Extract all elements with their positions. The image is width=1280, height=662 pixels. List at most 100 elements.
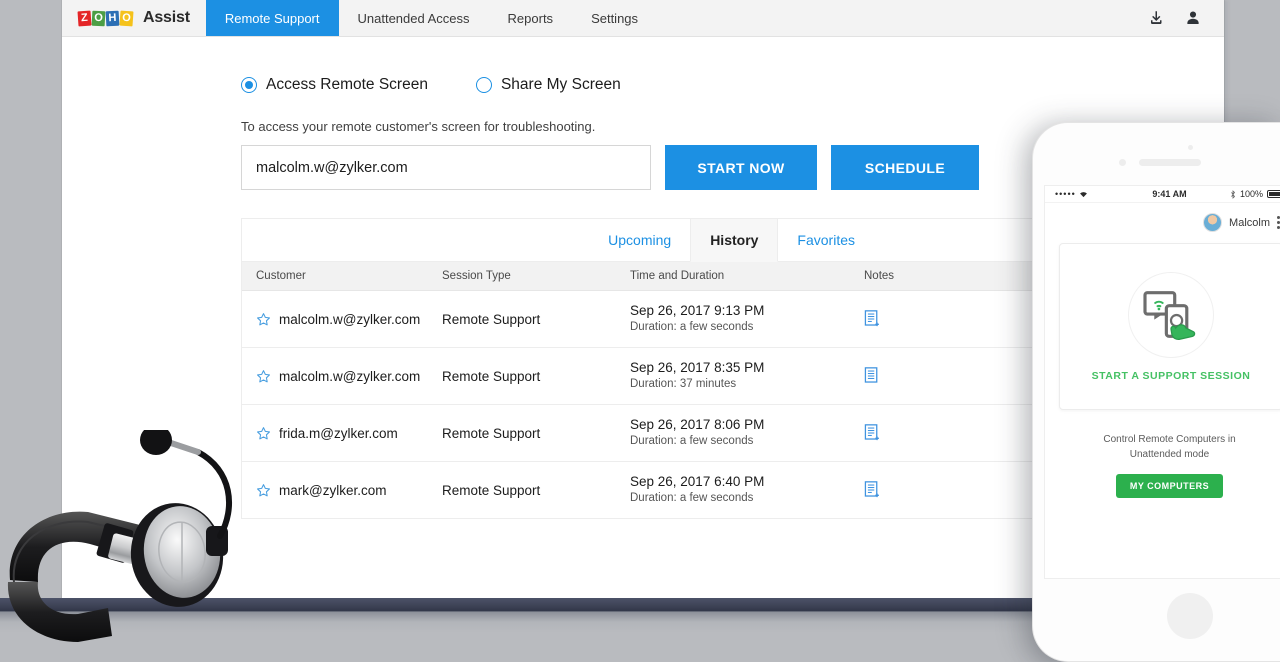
- radio-label-share-my-screen: Share My Screen: [500, 76, 621, 93]
- table-row[interactable]: mark@zylker.com Remote Support Sep 26, 2…: [242, 462, 1096, 519]
- cell-notes: [864, 366, 1014, 386]
- logo-letter-o1: O: [91, 10, 106, 26]
- cell-customer: malcolm.w@zylker.com: [242, 312, 442, 327]
- nav-item-unattended-access[interactable]: Unattended Access: [339, 0, 489, 36]
- cell-time-and-duration: Sep 26, 2017 6:40 PM Duration: a few sec…: [630, 473, 864, 507]
- cell-time-and-duration: Sep 26, 2017 9:13 PM Duration: a few sec…: [630, 302, 864, 336]
- cell-time-and-duration: Sep 26, 2017 8:35 PM Duration: 37 minute…: [630, 359, 864, 393]
- note-add-icon[interactable]: [864, 423, 881, 443]
- phone-sensor: [1188, 145, 1193, 150]
- cell-time-and-duration: Sep 26, 2017 8:06 PM Duration: a few sec…: [630, 416, 864, 450]
- table-row[interactable]: malcolm.w@zylker.com Remote Support Sep …: [242, 348, 1096, 405]
- cell-duration: Duration: a few seconds: [630, 435, 754, 448]
- phone-screen: ••••• 9:41 AM 100% Malcolm START A SUPPO…: [1044, 185, 1280, 579]
- my-computers-button[interactable]: MY COMPUTERS: [1115, 474, 1224, 498]
- note-add-icon[interactable]: [864, 480, 881, 500]
- remote-screen-illustration-wrapper: [1128, 271, 1214, 358]
- app-navbar: Z O H O Assist Remote Support Unattended…: [62, 0, 1224, 37]
- phone-status-bar: ••••• 9:41 AM 100%: [1045, 186, 1280, 203]
- logo-letter-h: H: [105, 10, 120, 26]
- cell-customer-email: malcolm.w@zylker.com: [279, 368, 421, 384]
- session-mode-radio-group: Access Remote Screen Share My Screen: [241, 76, 621, 94]
- primary-nav: Remote Support Unattended Access Reports…: [205, 0, 657, 36]
- cell-time: Sep 26, 2017 6:40 PM: [630, 474, 765, 490]
- cell-customer: mark@zylker.com: [242, 483, 442, 498]
- radio-dot-icon: [475, 77, 492, 93]
- cell-session-type: Remote Support: [442, 482, 541, 498]
- column-header-time-and-duration: Time and Duration: [630, 270, 725, 282]
- favorite-star-icon[interactable]: [256, 312, 271, 327]
- avatar: [1203, 213, 1223, 232]
- tab-favorites[interactable]: Favorites: [778, 219, 874, 261]
- radio-share-my-screen[interactable]: Share My Screen: [475, 76, 621, 94]
- unattended-description-line2: Unattended mode: [1129, 449, 1210, 460]
- cell-notes: [864, 423, 1014, 443]
- wifi-icon: [1079, 192, 1087, 198]
- scene-backdrop: Z O H O Assist Remote Support Unattended…: [0, 0, 1280, 662]
- battery-percent: 100%: [1239, 189, 1263, 199]
- customer-email-input[interactable]: [241, 145, 651, 190]
- cell-session-type: Remote Support: [442, 311, 541, 327]
- brand-logo[interactable]: Z O H O Assist: [62, 0, 206, 36]
- tab-upcoming[interactable]: Upcoming: [589, 219, 690, 261]
- cell-duration: Duration: a few seconds: [630, 321, 754, 334]
- remote-screen-touch-icon: [1143, 290, 1196, 340]
- nav-item-remote-support[interactable]: Remote Support: [205, 0, 339, 36]
- cell-customer-email: mark@zylker.com: [279, 482, 387, 498]
- phone-signal-indicator: •••••: [1055, 189, 1088, 199]
- cell-customer-email: malcolm.w@zylker.com: [279, 311, 421, 327]
- session-mode-description: To access your remote customer's screen …: [241, 119, 596, 134]
- favorite-star-icon[interactable]: [256, 426, 271, 441]
- radio-label-access-remote-screen: Access Remote Screen: [266, 76, 428, 93]
- logo-letter-o2: O: [119, 10, 134, 26]
- brand-name: Assist: [143, 9, 190, 26]
- cell-duration: Duration: a few seconds: [630, 492, 754, 505]
- column-header-customer: Customer: [256, 270, 306, 282]
- phone-home-button[interactable]: [1167, 593, 1213, 639]
- sessions-tabbar: Upcoming History Favorites: [242, 219, 1096, 262]
- radio-dot-selected-icon: [241, 77, 257, 93]
- cell-notes: [864, 309, 1014, 329]
- schedule-button[interactable]: SCHEDULE: [831, 145, 979, 190]
- cell-notes: [864, 480, 1014, 500]
- table-row[interactable]: malcolm.w@zylker.com Remote Support Sep …: [242, 291, 1096, 348]
- column-header-session-type: Session Type: [442, 270, 511, 282]
- phone-account-row[interactable]: Malcolm: [1045, 203, 1280, 232]
- phone-front-camera: [1119, 159, 1126, 166]
- phone-user-name: Malcolm: [1229, 216, 1270, 229]
- start-support-session-card[interactable]: START A SUPPORT SESSION: [1059, 243, 1280, 410]
- start-now-button[interactable]: START NOW: [665, 145, 817, 190]
- favorite-star-icon[interactable]: [256, 369, 271, 384]
- nav-item-reports[interactable]: Reports: [489, 0, 573, 36]
- sessions-panel: Upcoming History Favorites Customer Sess…: [241, 218, 1097, 519]
- bluetooth-icon: [1231, 189, 1236, 199]
- cell-customer-email: frida.m@zylker.com: [279, 425, 398, 441]
- cell-duration: Duration: 37 minutes: [630, 378, 737, 391]
- cell-customer: frida.m@zylker.com: [242, 426, 442, 441]
- headset-photo: [7, 430, 233, 642]
- note-icon[interactable]: [864, 366, 881, 386]
- note-add-icon[interactable]: [864, 309, 881, 329]
- sessions-table-header: Customer Session Type Time and Duration …: [242, 262, 1096, 291]
- radio-access-remote-screen[interactable]: Access Remote Screen: [241, 76, 428, 94]
- tab-history[interactable]: History: [690, 219, 779, 262]
- table-row[interactable]: frida.m@zylker.com Remote Support Sep 26…: [242, 405, 1096, 462]
- cell-customer: malcolm.w@zylker.com: [242, 369, 442, 384]
- user-account-icon[interactable]: [1184, 9, 1202, 27]
- phone-earpiece: [1139, 159, 1201, 166]
- unattended-description-line1: Control Remote Computers in: [1103, 434, 1236, 445]
- cell-session-type: Remote Support: [442, 368, 541, 384]
- cell-session-type: Remote Support: [442, 425, 541, 441]
- cell-time: Sep 26, 2017 8:35 PM: [630, 360, 765, 376]
- cell-time: Sep 26, 2017 8:06 PM: [630, 417, 765, 433]
- column-header-notes: Notes: [864, 270, 895, 282]
- favorite-star-icon[interactable]: [256, 483, 271, 498]
- start-support-session-label: START A SUPPORT SESSION: [1091, 369, 1251, 382]
- zoho-logo-icon: Z O H O: [77, 10, 134, 26]
- start-session-form: START NOW SCHEDULE: [241, 145, 979, 190]
- download-icon[interactable]: [1148, 9, 1166, 27]
- phone-footer: Control Remote Computers in Unattended m…: [1045, 432, 1280, 498]
- signal-dots: •••••: [1055, 189, 1076, 199]
- nav-item-settings[interactable]: Settings: [572, 0, 657, 36]
- battery-icon: [1267, 190, 1280, 198]
